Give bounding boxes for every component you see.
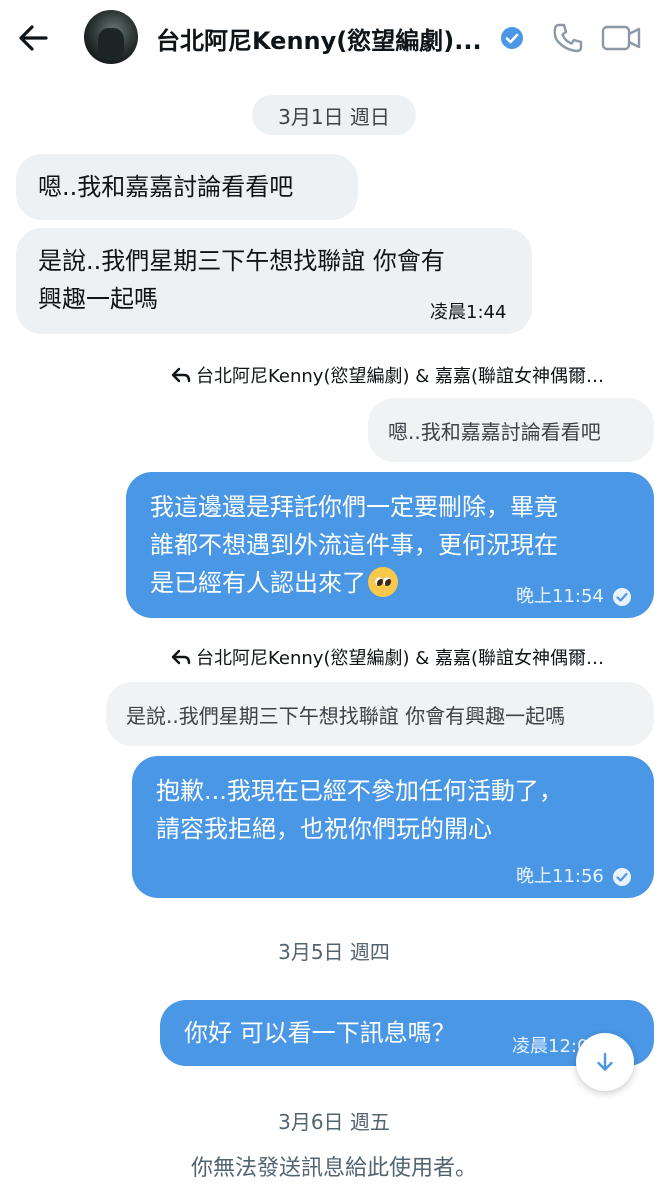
quoted-message[interactable]: 是說..我們星期三下午想找聯誼 你會有興趣一起嗎 [106,682,654,746]
conversation-title-wrap[interactable]: 台北阿尼Kenny(慾望編劇)... [156,20,496,56]
reply-arrow-icon [171,649,191,665]
verified-badge-icon [501,27,523,49]
quoted-message[interactable]: 嗯..我和嘉嘉討論看看吧 [368,398,654,462]
quoted-text: 是說..我們星期三下午想找聯誼 你會有興趣一起嗎 [126,703,566,728]
phone-icon[interactable] [550,20,586,56]
message-timestamp: 凌晨1:44 [430,302,507,323]
reply-context: 台北阿尼Kenny(慾望編劇) & 嘉嘉(聯誼女神偶爾… [170,360,640,390]
incoming-message[interactable]: 嗯..我和嘉嘉討論看看吧 [16,154,358,220]
reply-context-label: 台北阿尼Kenny(慾望編劇) & 嘉嘉(聯誼女神偶爾… [196,366,604,387]
reply-context: 台北阿尼Kenny(慾望編劇) & 嘉嘉(聯誼女神偶爾… [170,642,640,672]
message-text-line: 我這邊還是拜託你們一定要刪除，畢竟 [150,493,558,521]
pleading-face-emoji-icon [368,567,398,597]
outgoing-message[interactable]: 我這邊還是拜託你們一定要刪除，畢竟 誰都不想遇到外流這件事，更何況現在 是已經有… [126,472,654,618]
incoming-message[interactable]: 是說..我們星期三下午想找聯誼 你會有 興趣一起嗎 凌晨1:44 [16,228,532,334]
arrow-down-icon [597,1052,613,1071]
read-check-icon [612,868,631,886]
message-time: 晚上11:56 [516,866,604,887]
date-separator: 3月5日 週四 [278,940,390,964]
quoted-text: 嗯..我和嘉嘉討論看看吧 [388,419,601,444]
reply-context-label: 台北阿尼Kenny(慾望編劇) & 嘉嘉(聯誼女神偶爾… [196,648,604,669]
message-text: 你好 可以看一下訊息嗎？ [184,1019,456,1047]
date-separator: 3月6日 週五 [278,1110,390,1134]
video-call-icon[interactable] [600,20,642,56]
message-timestamp: 晚上11:54 [516,578,632,616]
avatar[interactable] [84,10,138,64]
message-timestamp: 晚上11:56 [516,858,632,896]
message-text-line: 誰都不想遇到外流這件事，更何況現在 [150,531,558,559]
message-text: 是已經有人認出來了 [150,569,366,597]
outgoing-message[interactable]: 抱歉...我現在已經不參加任何活動了， 請容我拒絕，也祝你們玩的開心 晚上11:… [132,756,654,898]
message-time: 晚上11:54 [516,586,604,607]
message-text-line: 請容我拒絕，也祝你們玩的開心 [156,815,492,843]
message-text-line: 抱歉...我現在已經不參加任何活動了， [156,777,563,805]
message-text: 嗯..我和嘉嘉討論看看吧 [38,173,294,201]
back-arrow-icon[interactable] [14,20,54,56]
date-separator: 3月1日 週日 [252,95,416,135]
conversation-header: 台北阿尼Kenny(慾望編劇)... [0,0,668,80]
message-text-line: 是說..我們星期三下午想找聯誼 你會有 [38,247,445,275]
reply-arrow-icon [171,367,191,383]
conversation-title[interactable]: 台北阿尼Kenny(慾望編劇)... [156,21,482,56]
scroll-to-bottom-button[interactable] [576,1033,634,1091]
cannot-message-notice: 你無法發送訊息給此使用者。 [190,1156,477,1181]
read-check-icon [612,588,631,606]
